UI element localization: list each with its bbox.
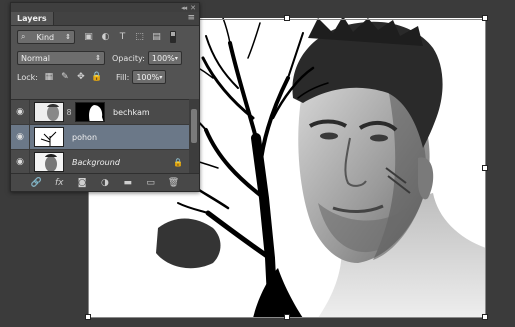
lock-transparent-pixels-icon[interactable]: ▦: [44, 72, 54, 82]
mask-link-icon[interactable]: 8: [65, 108, 73, 117]
panel-bottom-toolbar: 🔗 fx ◙ ◑ ▬ ▭ 🗑: [11, 173, 199, 191]
lock-label: Lock:: [17, 72, 38, 82]
panel-tab-bar: Layers ≡: [11, 12, 199, 26]
opacity-value: 100%: [151, 53, 175, 63]
layer-row-bechkam[interactable]: ◉ 8 bechkam: [11, 100, 189, 125]
search-icon: ⌕: [21, 32, 26, 41]
chevron-updown-icon: ⇕: [65, 33, 71, 41]
fill-value: 100%: [136, 72, 160, 82]
layers-panel: ◂◂ ✕ Layers ≡ ⌕ Kind ⇕ ▣ ◐ T ⬚ ▤ Normal …: [10, 2, 200, 192]
adjustment-filter-icon[interactable]: ◐: [100, 32, 111, 43]
layer-row-background[interactable]: ◉ Background 🔒: [11, 149, 189, 173]
new-adjustment-layer-icon[interactable]: ◑: [99, 178, 111, 188]
divider: [29, 124, 30, 150]
divider: [29, 100, 30, 125]
lock-image-pixels-icon[interactable]: ✎: [60, 72, 70, 82]
opacity-field[interactable]: 100% ▾: [147, 51, 182, 65]
chevron-down-icon: ▾: [159, 73, 163, 81]
fill-field[interactable]: 100% ▾: [132, 70, 167, 84]
layers-scrollbar[interactable]: [189, 99, 199, 173]
transform-handle-bottom-left[interactable]: [85, 314, 91, 320]
panel-menu-icon[interactable]: ≡: [187, 13, 195, 23]
layers-list: ◉ 8 bechkam ◉ pohon ◉ Background 🔒: [11, 99, 189, 173]
divider: [29, 149, 30, 173]
blend-mode-value: Normal: [21, 53, 50, 63]
filter-toggle[interactable]: [170, 31, 176, 43]
blend-mode-dropdown[interactable]: Normal ⇕: [17, 51, 105, 65]
layer-row-pohon[interactable]: ◉ pohon: [11, 124, 189, 150]
visibility-eye-icon[interactable]: ◉: [11, 107, 29, 117]
new-layer-icon[interactable]: ▭: [145, 178, 157, 188]
layer-style-fx-icon[interactable]: fx: [53, 178, 65, 188]
filter-row: ⌕ Kind ⇕ ▣ ◐ T ⬚ ▤: [11, 26, 199, 48]
transform-handle-middle-right[interactable]: [482, 165, 488, 171]
tab-layers[interactable]: Layers: [11, 12, 54, 25]
lock-all-icon[interactable]: 🔒: [91, 72, 102, 82]
layer-lock-icon: 🔒: [173, 157, 183, 167]
add-mask-icon[interactable]: ◙: [76, 178, 88, 188]
layer-name[interactable]: bechkam: [113, 108, 150, 117]
layer-mask-thumbnail[interactable]: [75, 102, 105, 122]
smart-object-filter-icon[interactable]: ▤: [151, 32, 162, 43]
lock-position-icon[interactable]: ✥: [76, 72, 86, 82]
transform-handle-top-center[interactable]: [284, 15, 290, 21]
chevron-down-icon: ▾: [174, 54, 178, 62]
image-filter-icon[interactable]: ▣: [83, 32, 94, 43]
blend-row: Normal ⇕ Opacity: 100% ▾: [11, 48, 199, 68]
filter-kind-dropdown[interactable]: ⌕ Kind ⇕: [17, 30, 75, 44]
delete-layer-icon[interactable]: 🗑: [167, 178, 179, 188]
visibility-eye-icon[interactable]: ◉: [11, 157, 29, 167]
shape-filter-icon[interactable]: ⬚: [134, 32, 145, 43]
panel-title-strip: ◂◂ ✕: [11, 3, 199, 12]
scrollbar-thumb[interactable]: [191, 109, 197, 143]
transform-handle-top-right[interactable]: [482, 15, 488, 21]
close-panel-icon[interactable]: ✕: [190, 4, 196, 12]
transform-handle-bottom-center[interactable]: [284, 314, 290, 320]
type-filter-icon[interactable]: T: [117, 32, 128, 43]
lock-row: Lock: ▦ ✎ ✥ 🔒 Fill: 100% ▾: [11, 68, 199, 86]
fill-label: Fill:: [115, 72, 130, 82]
layer-name[interactable]: pohon: [72, 133, 97, 142]
filter-icons: ▣ ◐ T ⬚ ▤: [83, 32, 162, 43]
link-layers-icon[interactable]: 🔗: [30, 178, 42, 188]
lock-icons: ▦ ✎ ✥ 🔒: [44, 72, 103, 82]
visibility-eye-icon[interactable]: ◉: [11, 132, 29, 142]
layer-thumbnail[interactable]: [34, 127, 64, 147]
transform-handle-bottom-right[interactable]: [482, 314, 488, 320]
chevron-updown-icon: ⇕: [95, 54, 101, 62]
layer-name[interactable]: Background: [72, 158, 120, 167]
layer-thumbnail[interactable]: [34, 102, 64, 122]
layer-thumbnail[interactable]: [34, 152, 64, 172]
filter-kind-label: Kind: [36, 32, 55, 42]
new-group-folder-icon[interactable]: ▬: [122, 178, 134, 188]
opacity-label: Opacity:: [112, 53, 145, 63]
collapse-panel-icon[interactable]: ◂◂: [181, 4, 187, 12]
